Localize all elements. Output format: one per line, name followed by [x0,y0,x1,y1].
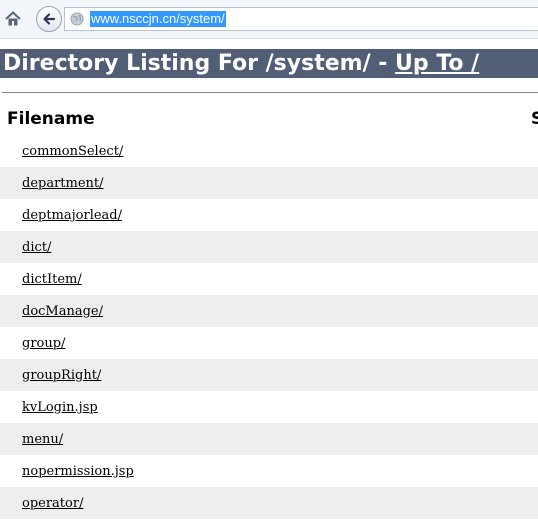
file-link[interactable]: dictItem/ [22,272,82,287]
page-title: Directory Listing For /system/ - Up To / [0,49,538,78]
file-link[interactable]: department/ [22,176,104,191]
address-bar[interactable]: www.nsccjn.cn/system/ [64,7,538,31]
file-list: commonSelect/ department/ deptmajorlead/… [0,135,538,519]
file-link[interactable]: nopermission.jsp [22,464,134,479]
list-item: department/ [0,167,538,199]
file-link[interactable]: commonSelect/ [22,144,123,159]
list-item: operator/ [0,487,538,519]
filename-column-header: Filename [7,109,95,129]
list-item: menu/ [0,423,538,455]
url-text[interactable]: www.nsccjn.cn/system/ [90,11,226,27]
list-item: nopermission.jsp [0,455,538,487]
list-item: deptmajorlead/ [0,199,538,231]
file-link[interactable]: menu/ [22,432,63,447]
home-icon[interactable] [4,10,22,28]
file-link[interactable]: group/ [22,336,65,351]
size-column-header: S [531,109,538,129]
file-link[interactable]: dict/ [22,240,51,255]
list-item: commonSelect/ [0,135,538,167]
list-item: docManage/ [0,295,538,327]
divider [2,92,538,93]
list-item: groupRight/ [0,359,538,391]
file-link[interactable]: docManage/ [22,304,103,319]
file-link[interactable]: kvLogin.jsp [22,400,98,415]
page-title-text: Directory Listing For /system/ - [3,51,396,76]
browser-toolbar: www.nsccjn.cn/system/ [0,0,538,39]
globe-icon [70,12,84,26]
list-item: dictItem/ [0,263,538,295]
up-to-root-link[interactable]: Up To / [395,51,479,76]
list-item: dict/ [0,231,538,263]
list-item: group/ [0,327,538,359]
list-item: kvLogin.jsp [0,391,538,423]
file-link[interactable]: groupRight/ [22,368,101,383]
back-arrow-icon [43,13,56,25]
back-button[interactable] [36,6,62,32]
file-link[interactable]: deptmajorlead/ [22,208,122,223]
file-link[interactable]: operator/ [22,496,83,511]
